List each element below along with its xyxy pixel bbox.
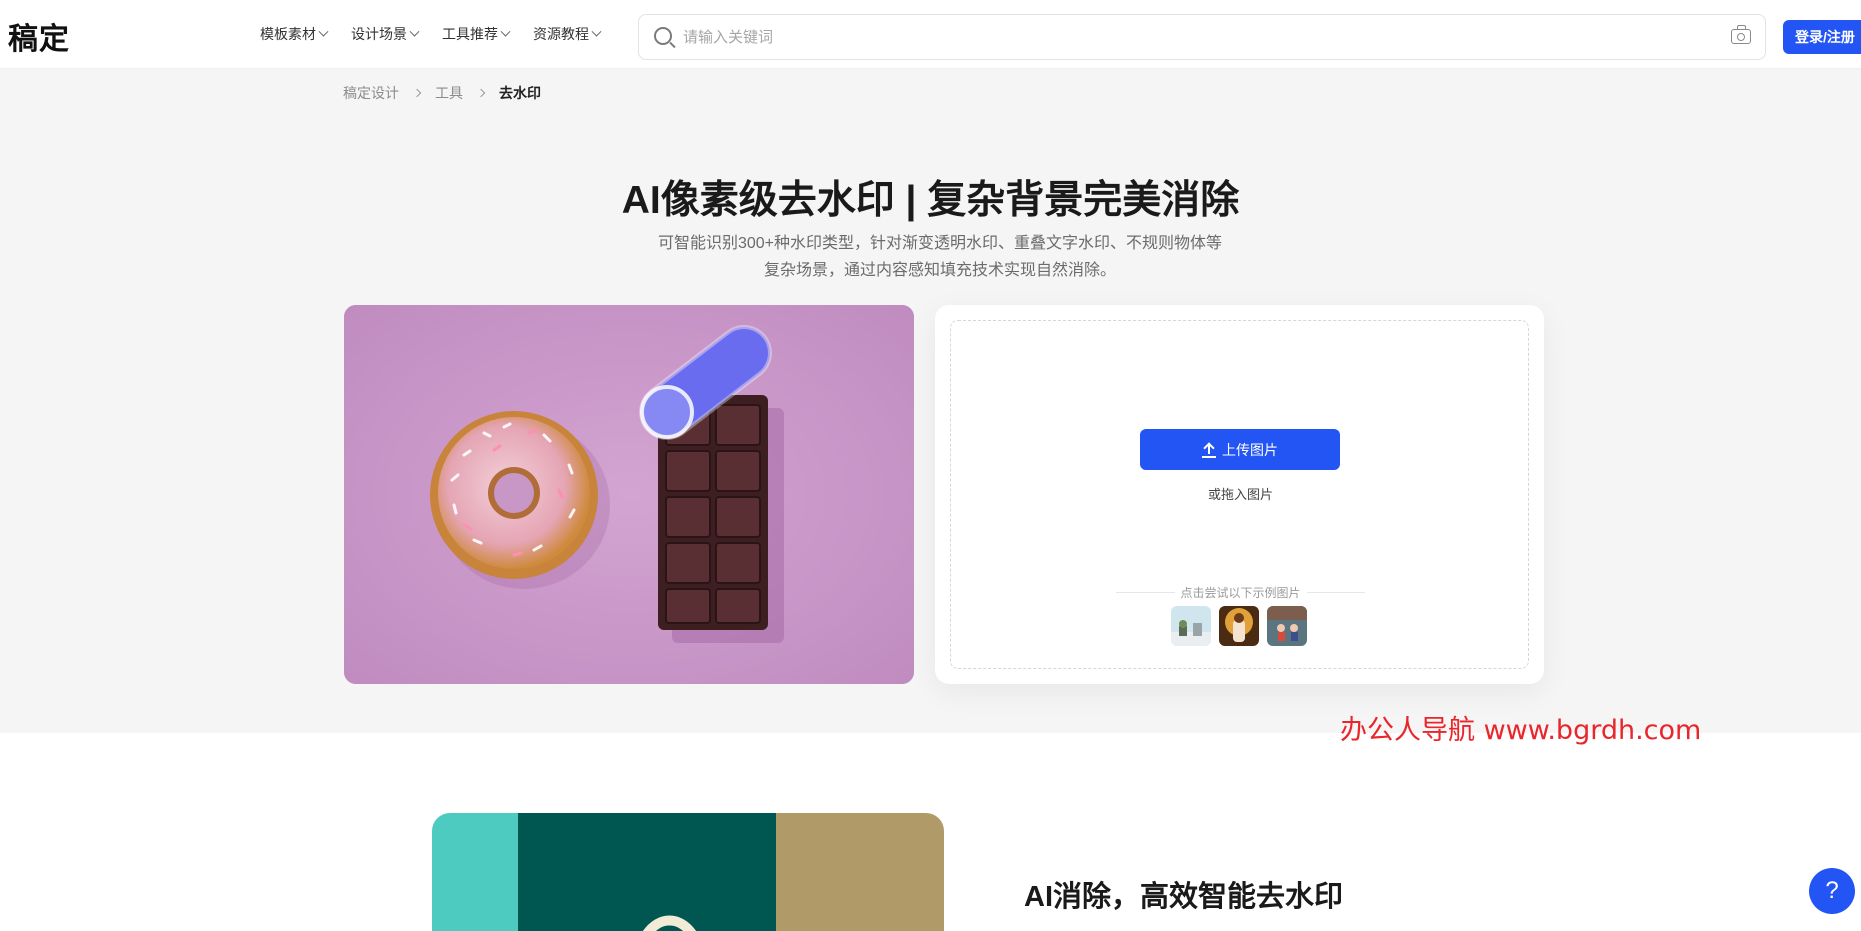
nav-item-resources[interactable]: 资源教程	[533, 24, 602, 44]
donut-chocolate-illustration	[344, 305, 914, 684]
breadcrumb: 稿定设计 工具 去水印	[343, 83, 541, 103]
hero-section: 稿定设计 工具 去水印 AI像素级去水印 | 复杂背景完美消除 可智能识别300…	[0, 69, 1861, 733]
page-title: AI像素级去水印 | 复杂背景完美消除	[621, 179, 1240, 222]
nav-item-label: 资源教程	[533, 26, 589, 42]
breadcrumb-current: 去水印	[499, 85, 541, 101]
search-icon	[654, 27, 672, 45]
description-line: 复杂场景，通过内容感知填充技术实现自然消除。	[763, 262, 1116, 279]
sample-hint: 点击尝试以下示例图片	[1116, 584, 1366, 601]
chevron-down-icon	[409, 26, 420, 37]
upload-dropzone[interactable]: 上传图片 或拖入图片 点击尝试以下示例图片	[950, 320, 1529, 669]
chevron-down-icon	[318, 26, 329, 37]
sample-image-thumbnail[interactable]	[1219, 606, 1259, 646]
upload-image-button[interactable]: 上传图片	[1140, 429, 1340, 470]
nav-item-label: 模板素材	[260, 26, 316, 42]
nav-item-scenes[interactable]: 设计场景	[351, 24, 420, 44]
chevron-right-icon	[476, 88, 486, 98]
sample-hint-text: 点击尝试以下示例图片	[1180, 586, 1301, 600]
nav-item-templates[interactable]: 模板素材	[260, 24, 329, 44]
upload-icon	[1202, 442, 1216, 458]
upload-card: 上传图片 或拖入图片 点击尝试以下示例图片	[935, 305, 1544, 684]
breadcrumb-link-home[interactable]: 稿定设计	[343, 83, 399, 103]
top-header: 稿定 模板素材 设计场景 工具推荐 资源教程 登录/注册	[0, 0, 1861, 69]
main-nav: 模板素材 设计场景 工具推荐 资源教程	[260, 24, 624, 44]
search-bar	[638, 14, 1766, 60]
feature-image	[432, 813, 944, 931]
breadcrumb-link-tools[interactable]: 工具	[435, 83, 463, 103]
page-description: 可智能识别300+种水印类型，针对渐变透明水印、重叠文字水印、不规则物体等 复杂…	[650, 230, 1230, 284]
nav-item-tools[interactable]: 工具推荐	[442, 24, 511, 44]
nav-item-label: 工具推荐	[442, 26, 498, 42]
description-line: 可智能识别300+种水印类型，针对渐变透明水印、重叠文字水印、不规则物体等	[657, 235, 1223, 252]
demo-image	[344, 305, 914, 684]
help-button[interactable]: ?	[1809, 868, 1855, 914]
login-register-button[interactable]: 登录/注册	[1783, 20, 1861, 54]
camera-icon[interactable]	[1731, 25, 1751, 44]
search-input[interactable]	[683, 23, 1683, 51]
chevron-right-icon	[412, 88, 422, 98]
sample-image-thumbnail[interactable]	[1171, 606, 1211, 646]
watermark-text: 办公人导航 www.bgrdh.com	[1340, 715, 1702, 746]
sample-images	[1171, 606, 1307, 646]
divider	[1306, 592, 1366, 593]
nav-item-label: 设计场景	[351, 26, 407, 42]
chevron-down-icon	[591, 26, 602, 37]
drag-hint: 或拖入图片	[1207, 487, 1273, 502]
site-logo[interactable]: 稿定	[8, 14, 70, 58]
chevron-down-icon	[500, 26, 511, 37]
upload-button-label: 上传图片	[1222, 441, 1278, 458]
divider	[1116, 592, 1175, 593]
sample-image-thumbnail[interactable]	[1267, 606, 1307, 646]
feature-title: AI消除，高效智能去水印	[1024, 881, 1344, 913]
